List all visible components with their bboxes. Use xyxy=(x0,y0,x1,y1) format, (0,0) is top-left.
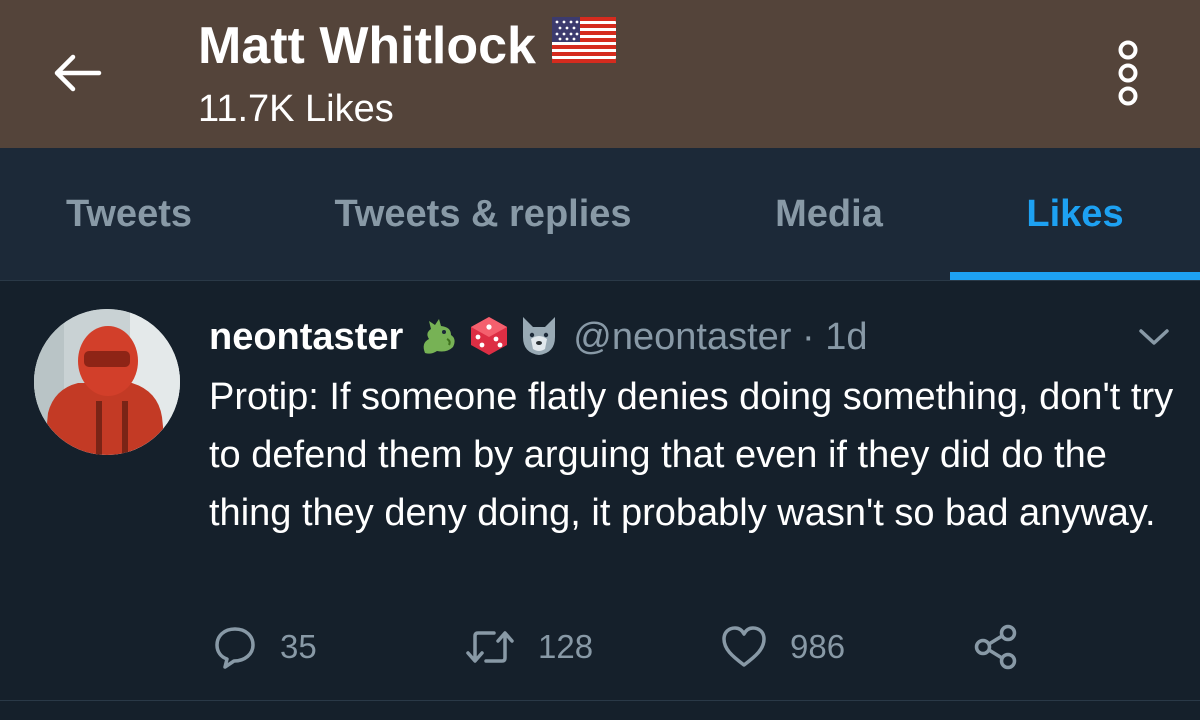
share-icon xyxy=(974,624,1017,670)
tweet-header: neontaster @neontaster · 1d xyxy=(209,311,867,363)
tweet-card[interactable]: neontaster @neontaster · 1d Protip: If s… xyxy=(0,281,1200,701)
profile-header: Matt Whitlock 11.7K Likes xyxy=(0,0,1200,148)
feed-divider xyxy=(0,700,1200,701)
wolf-emoji-icon xyxy=(517,313,561,362)
dragon-emoji-icon xyxy=(417,313,461,362)
tab-likes[interactable]: Likes xyxy=(950,148,1200,280)
more-vertical-icon xyxy=(1118,40,1138,106)
reply-icon xyxy=(215,627,255,669)
back-button[interactable] xyxy=(44,40,110,106)
author-handle-timestamp: @neontaster · 1d xyxy=(573,315,868,358)
author-display-name[interactable]: neontaster xyxy=(209,316,403,359)
more-options-button[interactable] xyxy=(1104,38,1152,108)
tab-media[interactable]: Media xyxy=(708,148,950,280)
tab-tweets-replies[interactable]: Tweets & replies xyxy=(258,148,708,280)
page-title: Matt Whitlock xyxy=(198,14,616,78)
profile-name: Matt Whitlock xyxy=(198,17,536,75)
chevron-down-icon xyxy=(1139,329,1169,345)
retweet-icon xyxy=(466,631,514,663)
like-button[interactable]: 986 xyxy=(720,623,845,671)
tweet-menu-button[interactable] xyxy=(1132,317,1176,357)
retweet-button[interactable]: 128 xyxy=(464,623,593,671)
profile-tabs: Tweets Tweets & replies Media Likes xyxy=(0,148,1200,281)
avatar[interactable] xyxy=(34,309,180,455)
reply-count: 35 xyxy=(280,628,317,665)
tab-tweets[interactable]: Tweets xyxy=(0,148,258,280)
heart-icon xyxy=(722,626,766,667)
retweet-count: 128 xyxy=(538,628,594,665)
active-tab-indicator xyxy=(950,272,1200,280)
reply-button[interactable]: 35 xyxy=(212,623,317,671)
tweet-text: Protip: If someone flatly denies doing s… xyxy=(209,376,1174,534)
tweet-actions: 35 128 986 xyxy=(0,611,1200,681)
us-flag-icon xyxy=(551,16,616,76)
die-emoji-icon xyxy=(467,313,511,362)
share-button[interactable] xyxy=(972,623,1020,671)
like-count: 986 xyxy=(790,628,846,665)
back-arrow-icon xyxy=(54,54,102,92)
likes-count: 11.7K Likes xyxy=(198,88,394,130)
